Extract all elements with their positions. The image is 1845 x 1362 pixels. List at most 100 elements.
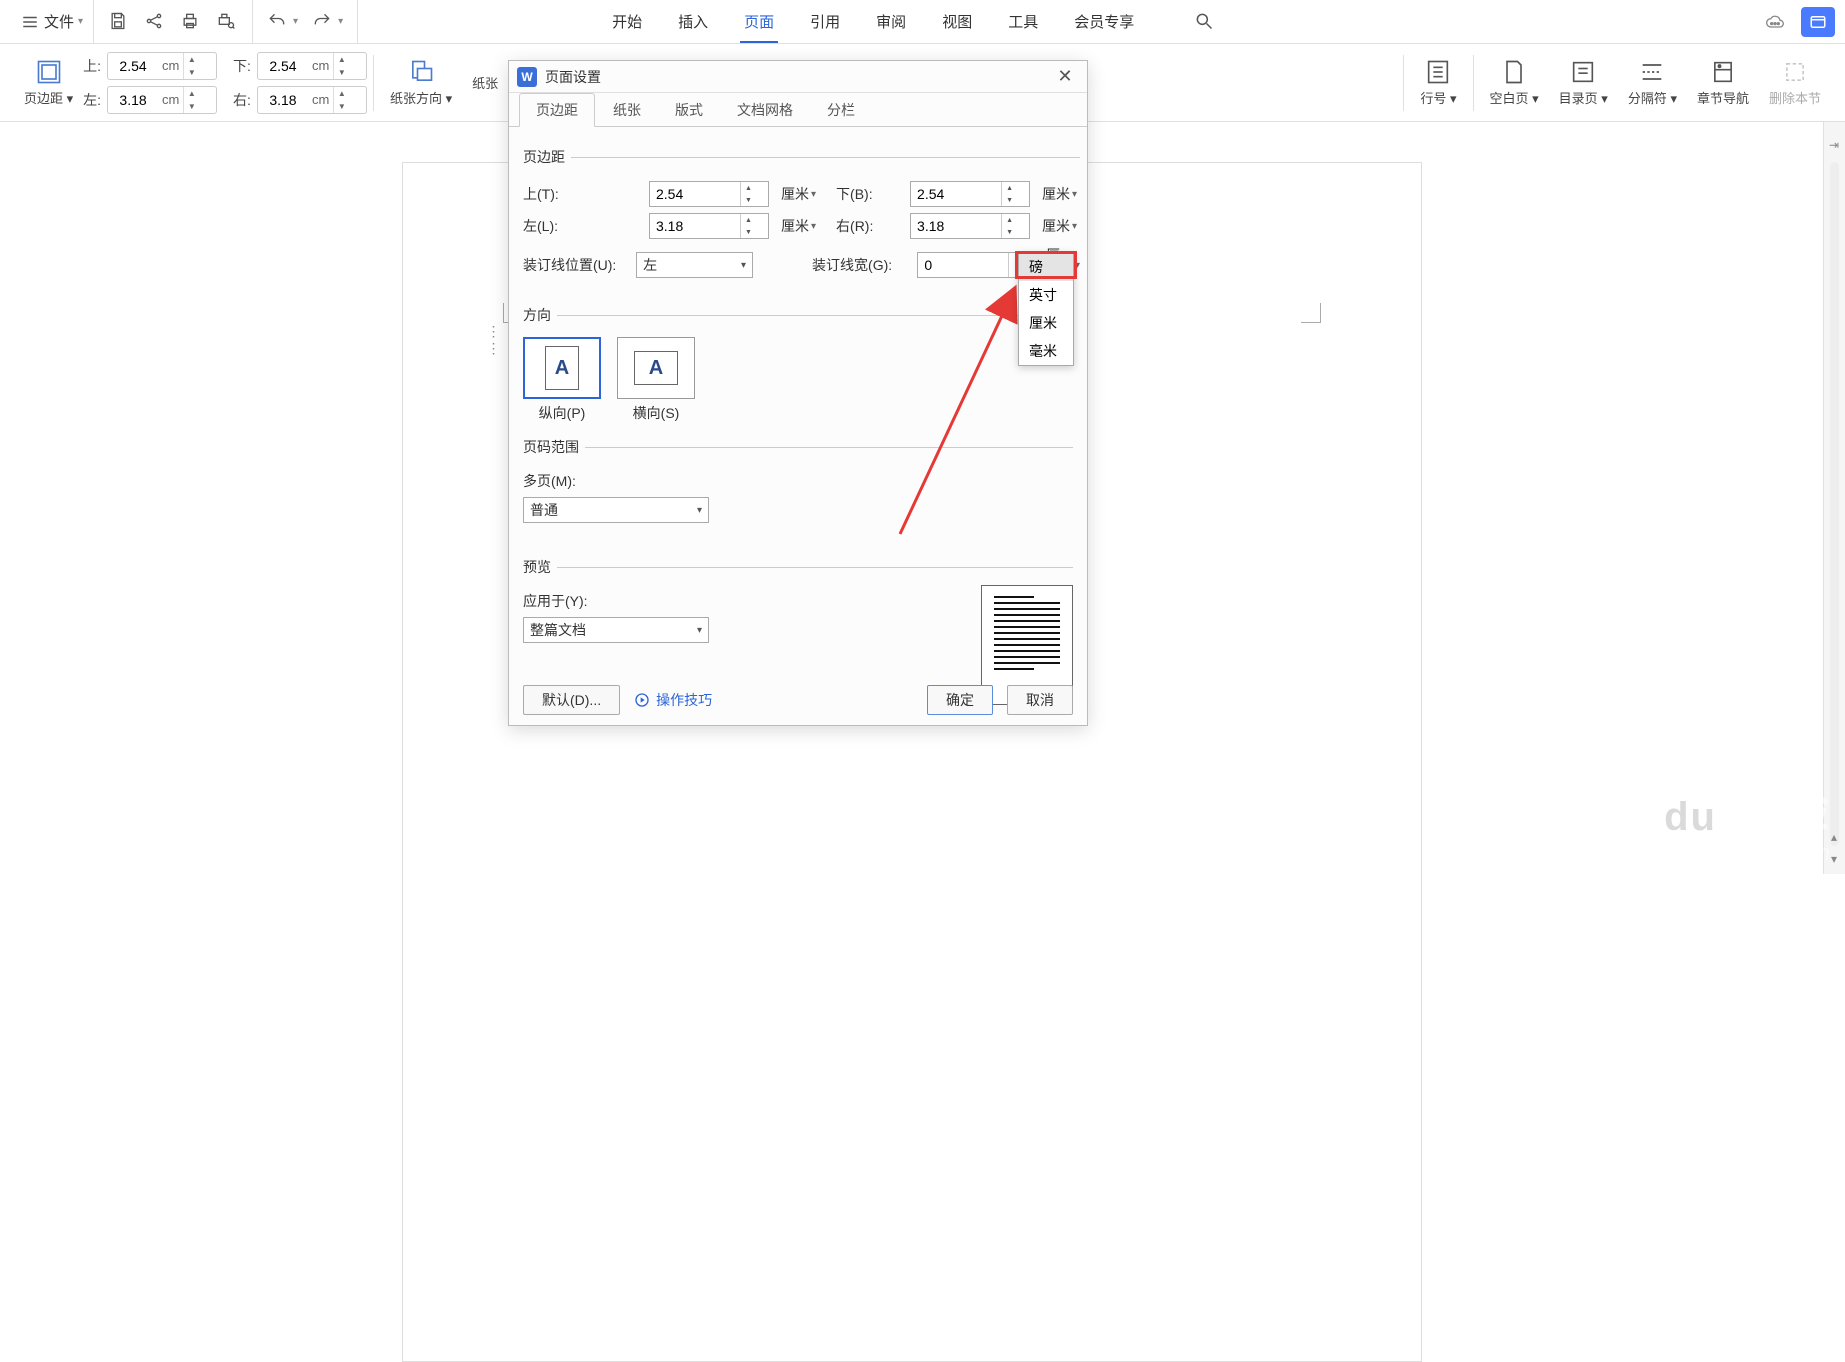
topbar-right <box>1759 7 1835 37</box>
range-group-label: 页码范围 <box>523 437 585 457</box>
tab-view[interactable]: 视图 <box>938 0 976 43</box>
separator-icon <box>1638 58 1666 86</box>
chapter-nav-icon <box>1709 58 1737 86</box>
multipage-label: 多页(M): <box>523 471 589 491</box>
word-app-icon: W <box>517 67 537 87</box>
redo-icon[interactable] <box>312 11 334 33</box>
tab-reference[interactable]: 引用 <box>806 0 844 43</box>
save-icon[interactable] <box>108 11 130 33</box>
print-icon[interactable] <box>180 11 202 33</box>
tab-tools[interactable]: 工具 <box>1004 0 1042 43</box>
gutter-width-field[interactable]: ▲▼ <box>917 252 1034 278</box>
left-field[interactable]: ▲▼ <box>649 213 769 239</box>
left-margin-input[interactable]: cm ▲▼ <box>107 86 217 114</box>
preview-group-label: 预览 <box>523 557 557 577</box>
orientation-landscape[interactable]: A <box>617 337 695 399</box>
file-menu[interactable]: 文件 ▾ <box>10 0 94 43</box>
top-field[interactable]: ▲▼ <box>649 181 769 207</box>
bottom-margin-label: 下: <box>233 56 251 76</box>
unit-option-mm[interactable]: 毫米 <box>1019 337 1073 365</box>
share-icon[interactable] <box>144 11 166 33</box>
right-field[interactable]: ▲▼ <box>910 213 1030 239</box>
bottom-unit-dropdown[interactable]: 厘米 <box>1042 184 1077 204</box>
undo-icon[interactable] <box>267 11 289 33</box>
margin-guide-icon <box>1301 303 1321 323</box>
top-unit-dropdown[interactable]: 厘米 <box>781 184 816 204</box>
bottom-field[interactable]: ▲▼ <box>910 181 1030 207</box>
tips-link[interactable]: 操作技巧 <box>634 690 712 710</box>
tab-start[interactable]: 开始 <box>608 0 646 43</box>
bottom-field-label: 下(B): <box>836 184 892 204</box>
delete-section-button: 删除本节 <box>1759 44 1831 121</box>
toc-page-dropdown[interactable]: 目录页 ▾ <box>1549 44 1618 121</box>
paper-dropdown[interactable]: 纸张 <box>462 44 508 121</box>
top-menubar: 文件 ▾ ▾ ▾ 开始 插入 页面 引用 审阅 视图 工具 会员专享 <box>0 0 1845 44</box>
chapter-nav-button[interactable]: 章节导航 <box>1687 44 1759 121</box>
apply-to-label: 应用于(Y): <box>523 591 599 611</box>
tab-margins[interactable]: 页边距 <box>519 93 595 127</box>
left-unit-dropdown[interactable]: 厘米 <box>781 216 816 236</box>
blank-page-icon <box>1500 58 1528 86</box>
toc-icon <box>1569 58 1597 86</box>
undo-redo: ▾ ▾ <box>253 0 358 43</box>
cancel-button[interactable]: 取消 <box>1007 685 1073 715</box>
main-tabs: 开始 插入 页面 引用 审阅 视图 工具 会员专享 <box>608 0 1216 43</box>
bottom-margin-input[interactable]: cm ▲▼ <box>257 52 367 80</box>
right-margin-label: 右: <box>233 90 251 110</box>
scroll-down-icon[interactable]: ▾ <box>1825 850 1843 868</box>
orientation-icon <box>407 58 435 86</box>
right-field-label: 右(R): <box>836 216 892 236</box>
unit-option-point[interactable]: 磅 <box>1019 253 1073 281</box>
gutter-width-label: 装订线宽(G): <box>812 255 905 275</box>
tab-paper[interactable]: 纸张 <box>597 93 657 126</box>
left-field-label: 左(L): <box>523 216 579 236</box>
print-preview-icon[interactable] <box>216 11 238 33</box>
tab-review[interactable]: 审阅 <box>872 0 910 43</box>
pin-icon[interactable]: ⇥ <box>1825 136 1843 154</box>
line-number-dropdown[interactable]: 行号 ▾ <box>1410 44 1466 121</box>
tab-grid[interactable]: 文档网格 <box>721 93 809 126</box>
unit-option-cm[interactable]: 厘米 <box>1019 309 1073 337</box>
separator-dropdown[interactable]: 分隔符 ▾ <box>1618 44 1687 121</box>
margins-label: 页边距 <box>24 91 63 106</box>
dialog-titlebar[interactable]: W 页面设置 ✕ <box>509 61 1087 93</box>
apply-to-select[interactable]: 整篇文档 <box>523 617 709 643</box>
page-setup-dialog: W 页面设置 ✕ 页边距 纸张 版式 文档网格 分栏 页边距 上(T): ▲▼ … <box>508 60 1088 726</box>
tab-member[interactable]: 会员专享 <box>1070 0 1138 43</box>
file-label: 文件 <box>44 11 74 32</box>
orientation-dropdown[interactable]: 纸张方向 ▾ <box>380 44 462 121</box>
ok-button[interactable]: 确定 <box>927 685 993 715</box>
cloud-icon[interactable] <box>1759 10 1791 34</box>
orientation-group-label: 方向 <box>523 305 557 325</box>
margins-icon <box>35 58 63 86</box>
right-unit-dropdown[interactable]: 厘米 <box>1042 216 1077 236</box>
vertical-scrollbar[interactable]: ⇥ ▴ ▾ <box>1823 122 1845 874</box>
app-switch-button[interactable] <box>1801 7 1835 37</box>
multipage-select[interactable]: 普通 <box>523 497 709 523</box>
blank-page-dropdown[interactable]: 空白页 ▾ <box>1480 44 1549 121</box>
gutter-pos-select[interactable]: 左 <box>636 252 753 278</box>
gutter-pos-label: 装订线位置(U): <box>523 255 624 275</box>
close-icon[interactable]: ✕ <box>1051 65 1079 89</box>
line-number-icon <box>1424 58 1452 86</box>
margin-values: 上: cm ▲▼ 下: cm ▲▼ 左: cm ▲▼ 右: cm ▲▼ <box>83 52 367 114</box>
unit-option-inch[interactable]: 英寸 <box>1019 281 1073 309</box>
top-margin-input[interactable]: cm ▲▼ <box>107 52 217 80</box>
delete-section-icon <box>1781 58 1809 86</box>
tab-insert[interactable]: 插入 <box>674 0 712 43</box>
unit-dropdown-popup: 磅 英寸 厘米 毫米 <box>1018 252 1074 366</box>
dialog-footer: 默认(D)... 操作技巧 确定 取消 <box>509 675 1087 725</box>
right-margin-input[interactable]: cm ▲▼ <box>257 86 367 114</box>
default-button[interactable]: 默认(D)... <box>523 685 620 715</box>
scroll-up-icon[interactable]: ▴ <box>1825 828 1843 846</box>
left-margin-label: 左: <box>83 90 101 110</box>
dialog-tabs: 页边距 纸张 版式 文档网格 分栏 <box>509 93 1087 127</box>
tab-columns[interactable]: 分栏 <box>811 93 871 126</box>
tab-page[interactable]: 页面 <box>740 0 778 43</box>
search-icon[interactable] <box>1194 11 1216 33</box>
tab-layout[interactable]: 版式 <box>659 93 719 126</box>
margins-dropdown[interactable]: 页边距 ▾ <box>14 44 83 121</box>
hamburger-icon <box>20 12 40 32</box>
orientation-portrait[interactable]: A <box>523 337 601 399</box>
dialog-title: 页面设置 <box>545 67 601 87</box>
